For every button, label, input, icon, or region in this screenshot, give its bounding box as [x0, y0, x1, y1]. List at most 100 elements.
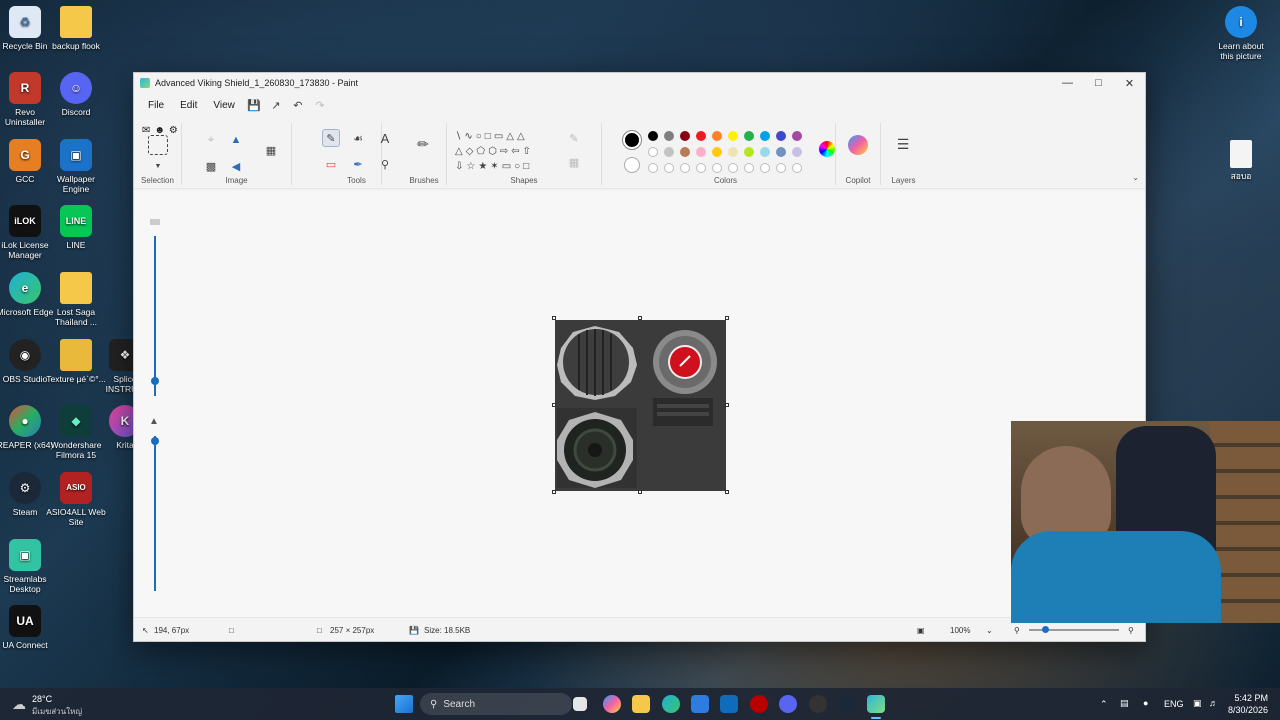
save-icon[interactable]: 💾: [245, 97, 263, 115]
color-swatch[interactable]: [744, 147, 754, 157]
obs-taskbar-icon[interactable]: [809, 695, 827, 713]
custom-color-slot[interactable]: [712, 163, 722, 173]
chevron-down-icon[interactable]: ▼: [149, 157, 167, 175]
share-icon[interactable]: ↗: [267, 97, 285, 115]
crop-icon[interactable]: ⌖: [202, 131, 220, 149]
desktop-icon-file[interactable]: สอบอ: [1211, 140, 1271, 181]
desktop-icon-lost-saga[interactable]: Lost Saga Thailand ...: [46, 272, 106, 327]
size-slider-thumb[interactable]: [151, 377, 159, 385]
resize-handle-bl[interactable]: [552, 490, 556, 494]
copilot-icon[interactable]: [848, 135, 868, 155]
desktop-icon-discord[interactable]: ☺ Discord: [46, 72, 106, 117]
custom-color-slot[interactable]: [744, 163, 754, 173]
search-box[interactable]: ⚲ Search: [420, 693, 572, 715]
color-swatch[interactable]: [760, 147, 770, 157]
pencil-icon[interactable]: ✎: [322, 129, 340, 147]
color-swatch[interactable]: [728, 147, 738, 157]
color-swatch[interactable]: [664, 147, 674, 157]
color-swatch[interactable]: [680, 131, 690, 141]
record-icon[interactable]: [750, 695, 768, 713]
background-remove-icon[interactable]: ▩: [202, 157, 220, 175]
eraser-icon[interactable]: ▭: [322, 155, 340, 173]
network-icon[interactable]: ▤: [1120, 698, 1129, 709]
custom-color-slot[interactable]: [648, 163, 658, 173]
custom-color-slot[interactable]: [680, 163, 690, 173]
undo-icon[interactable]: ↶: [289, 97, 307, 115]
resize-icon[interactable]: ▲: [227, 131, 245, 149]
custom-color-slot[interactable]: [776, 163, 786, 173]
zoom-in-icon[interactable]: ⚲: [1128, 626, 1134, 635]
zoom-out-icon[interactable]: ⚲: [1014, 626, 1020, 635]
maximize-button[interactable]: □: [1083, 73, 1114, 93]
desktop-icon-asio4all[interactable]: ASIO ASIO4ALL Web Site: [46, 472, 106, 527]
secondary-color[interactable]: [624, 157, 640, 173]
rotate-icon[interactable]: ◀: [227, 157, 245, 175]
shape-fill-icon[interactable]: ▦: [565, 153, 583, 171]
resize-handle-tr[interactable]: [725, 316, 729, 320]
ribbon-collapse-icon[interactable]: ⌄: [1132, 173, 1139, 182]
chevron-up-icon[interactable]: ⌃: [1100, 699, 1108, 710]
opacity-slider-thumb[interactable]: [151, 437, 159, 445]
redo-icon[interactable]: ↷: [311, 97, 329, 115]
color-swatch[interactable]: [648, 147, 658, 157]
store-icon[interactable]: [691, 695, 709, 713]
paint-taskbar-icon[interactable]: [867, 695, 885, 713]
custom-color-slot[interactable]: [664, 163, 674, 173]
custom-color-slot[interactable]: [792, 163, 802, 173]
desktop-icon-learn-about-picture[interactable]: i Learn about this picture: [1211, 6, 1271, 61]
shapes-gallery[interactable]: ∖∿○□▭△△ △◇⬠⬡⇨⇦⇧ ⇩☆★✶▭○□: [455, 129, 555, 173]
menu-edit[interactable]: Edit: [174, 98, 203, 113]
resize-handle-mr[interactable]: [725, 403, 729, 407]
color-swatch[interactable]: [712, 147, 722, 157]
text-icon[interactable]: A: [376, 129, 394, 147]
desktop-icon-wallpaper-engine[interactable]: ▣ Wallpaper Engine: [46, 139, 106, 194]
custom-color-slot[interactable]: [728, 163, 738, 173]
fit-to-window-icon[interactable]: ▣: [917, 626, 925, 635]
brush-icon[interactable]: ✏: [414, 135, 432, 153]
display-icon[interactable]: ▣: [1193, 698, 1202, 709]
task-view-icon[interactable]: [573, 697, 587, 711]
menu-view[interactable]: View: [207, 98, 241, 113]
image-search-icon[interactable]: ▦: [260, 139, 282, 161]
copilot-taskbar-icon[interactable]: [603, 695, 621, 713]
image-canvas[interactable]: [555, 320, 726, 491]
desktop-icon-ua-connect[interactable]: UA UA Connect: [0, 605, 55, 650]
edge-taskbar-icon[interactable]: [662, 695, 680, 713]
color-swatch[interactable]: [696, 147, 706, 157]
close-button[interactable]: ✕: [1114, 73, 1145, 93]
desktop-icon-backup-flook[interactable]: backup flook: [46, 6, 106, 51]
primary-color[interactable]: [622, 130, 642, 150]
discord-taskbar-icon[interactable]: [779, 695, 797, 713]
zoom-dropdown-icon[interactable]: ⌄: [986, 626, 993, 635]
file-explorer-icon[interactable]: [632, 695, 650, 713]
canvas-area[interactable]: ▲: [134, 191, 1145, 619]
fill-bucket-icon[interactable]: ☙: [349, 129, 367, 147]
resize-handle-tl[interactable]: [552, 316, 556, 320]
steam-taskbar-icon[interactable]: [838, 695, 856, 713]
desktop-icon-line[interactable]: LINE LINE: [46, 205, 106, 250]
zoom-level[interactable]: 100%: [950, 626, 970, 635]
speaker-icon[interactable]: ♬: [1209, 698, 1218, 708]
zoom-slider-thumb[interactable]: [1042, 626, 1049, 633]
minimize-button[interactable]: —: [1052, 73, 1083, 93]
resize-handle-ml[interactable]: [552, 403, 556, 407]
color-swatch[interactable]: [664, 131, 674, 141]
color-picker-icon[interactable]: ✒: [349, 155, 367, 173]
menu-file[interactable]: File: [142, 98, 170, 113]
start-button[interactable]: [395, 695, 413, 713]
magnifier-icon[interactable]: ⚲: [376, 155, 394, 173]
color-swatch[interactable]: [712, 131, 722, 141]
color-swatch[interactable]: [744, 131, 754, 141]
edit-colors-icon[interactable]: [819, 141, 835, 157]
color-swatch[interactable]: [680, 147, 690, 157]
microphone-icon[interactable]: ●: [1143, 698, 1148, 708]
color-swatch[interactable]: [792, 147, 802, 157]
opacity-slider-track[interactable]: [154, 436, 156, 591]
language-indicator[interactable]: ENG: [1164, 699, 1184, 709]
outlook-icon[interactable]: [720, 695, 738, 713]
color-swatch[interactable]: [648, 131, 658, 141]
layers-icon[interactable]: ☰: [894, 135, 912, 153]
resize-handle-bm[interactable]: [638, 490, 642, 494]
color-swatch[interactable]: [776, 131, 786, 141]
clock[interactable]: 5:42 PM 8/30/2026: [1228, 693, 1268, 715]
